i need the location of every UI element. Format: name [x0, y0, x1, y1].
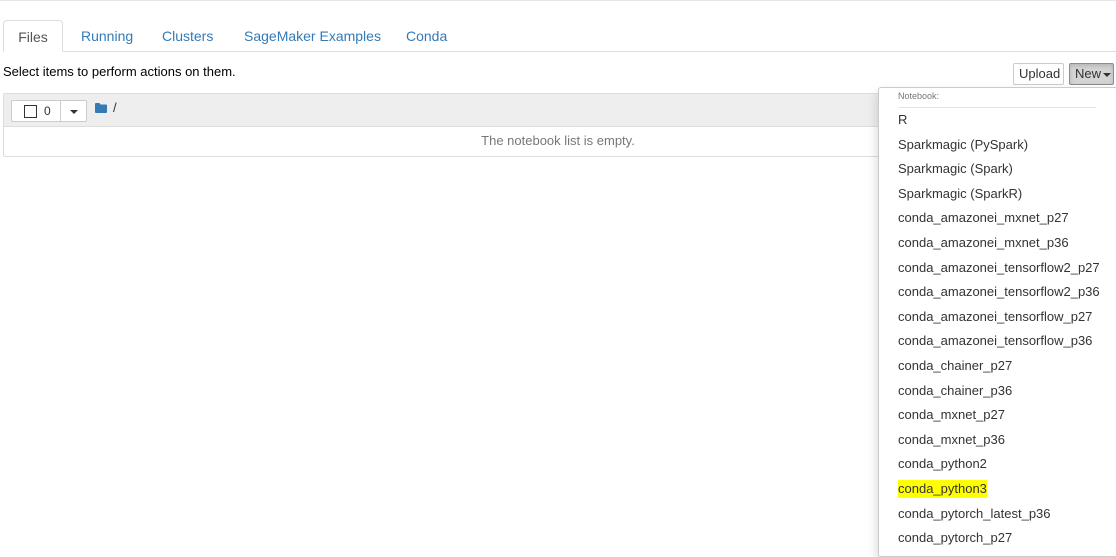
tab-running[interactable]: Running [65, 20, 149, 52]
top-border [0, 0, 1116, 1]
breadcrumb-root[interactable]: / [113, 100, 117, 115]
menu-item-conda-amazonei-mxnet-p27[interactable]: conda_amazonei_mxnet_p27 [898, 209, 1069, 227]
menu-item-conda-pytorch-latest-p36[interactable]: conda_pytorch_latest_p36 [898, 505, 1051, 523]
menu-item-sparkmagic-spark[interactable]: Sparkmagic (Spark) [898, 160, 1013, 178]
menu-item-conda-amazonei-tensorflow-p27[interactable]: conda_amazonei_tensorflow_p27 [898, 308, 1092, 326]
tab-bar: Files Running Clusters SageMaker Example… [0, 20, 1116, 52]
menu-item-conda-amazonei-tensorflow2-p36[interactable]: conda_amazonei_tensorflow2_p36 [898, 283, 1100, 301]
menu-header-notebook: Notebook: [898, 91, 940, 101]
menu-item-r[interactable]: R [898, 111, 907, 129]
new-button[interactable]: New [1069, 63, 1114, 85]
select-menu-caret-icon[interactable] [70, 110, 78, 114]
tab-clusters[interactable]: Clusters [146, 20, 229, 52]
select-all-group[interactable]: 0 [11, 100, 87, 122]
menu-item-conda-mxnet-p36[interactable]: conda_mxnet_p36 [898, 431, 1005, 449]
tab-conda[interactable]: Conda [390, 20, 463, 52]
menu-item-conda-amazonei-tensorflow2-p27[interactable]: conda_amazonei_tensorflow2_p27 [898, 259, 1100, 277]
menu-item-conda-mxnet-p27[interactable]: conda_mxnet_p27 [898, 406, 1005, 424]
menu-item-sparkmagic-pyspark[interactable]: Sparkmagic (PySpark) [898, 136, 1028, 154]
menu-divider [898, 107, 1096, 108]
menu-item-conda-python3[interactable]: conda_python3 [898, 480, 987, 498]
select-divider [60, 101, 61, 121]
menu-item-conda-chainer-p27[interactable]: conda_chainer_p27 [898, 357, 1012, 375]
menu-item-conda-amazonei-tensorflow-p36[interactable]: conda_amazonei_tensorflow_p36 [898, 332, 1092, 350]
new-button-label: New [1075, 66, 1102, 81]
menu-item-conda-pytorch-p27[interactable]: conda_pytorch_p27 [898, 529, 1012, 547]
tab-sagemaker-examples[interactable]: SageMaker Examples [228, 20, 397, 52]
folder-icon[interactable] [95, 103, 107, 113]
menu-item-conda-chainer-p36[interactable]: conda_chainer_p36 [898, 382, 1012, 400]
new-notebook-menu: Notebook: R Sparkmagic (PySpark) Sparkmagi… [878, 87, 1116, 557]
menu-item-conda-amazonei-mxnet-p36[interactable]: conda_amazonei_mxnet_p36 [898, 234, 1069, 252]
tab-files[interactable]: Files [3, 20, 63, 52]
selected-count: 0 [44, 104, 51, 118]
caret-down-icon [1103, 72, 1112, 77]
menu-item-sparkmagic-sparkr[interactable]: Sparkmagic (SparkR) [898, 185, 1022, 203]
menu-item-conda-python2[interactable]: conda_python2 [898, 455, 987, 473]
selection-hint: Select items to perform actions on them. [3, 64, 236, 79]
select-all-checkbox[interactable] [24, 105, 37, 118]
upload-button[interactable]: Upload [1013, 63, 1064, 85]
